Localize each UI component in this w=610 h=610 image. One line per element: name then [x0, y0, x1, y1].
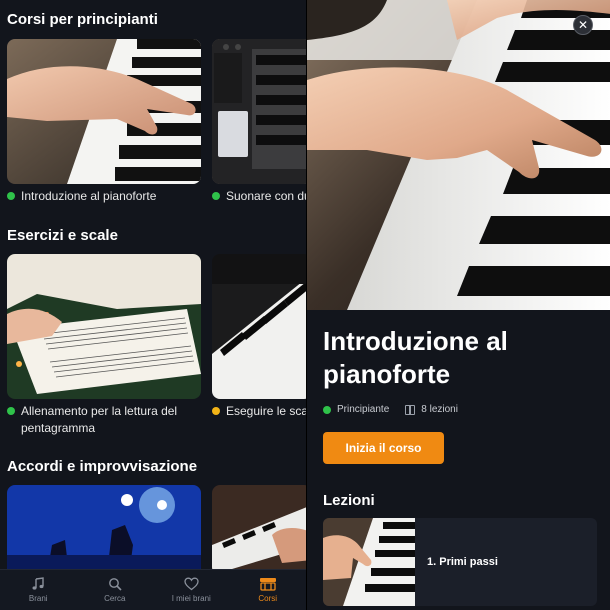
level-status-dot	[323, 405, 331, 414]
search-icon	[108, 578, 122, 591]
course-card-caption[interactable]: Introduzione al pianoforte	[7, 188, 201, 205]
course-card-title: Introduzione al pianoforte	[21, 189, 157, 203]
course-detail-panel: Introduzione al pianoforte Principiante …	[306, 0, 610, 610]
course-title: Introduzione al pianoforte	[323, 326, 508, 389]
section-title-exercises: Esercizi e scale	[7, 227, 118, 244]
book-icon	[405, 404, 416, 415]
tab-label: Brani	[28, 594, 48, 603]
course-hero-image	[307, 0, 610, 310]
tab-my-songs[interactable]: I miei brani	[153, 570, 230, 610]
lesson-title: 1. Primi passi	[427, 556, 498, 568]
course-card-caption[interactable]: Allenamento per la lettura del pentagram…	[7, 403, 201, 437]
tab-label: Cerca	[104, 594, 126, 603]
course-card-title: Allenamento per la lettura del pentagram…	[21, 404, 178, 435]
bottom-tab-bar: Brani Cerca I miei brani Corsi	[0, 569, 306, 610]
course-card-title: Eseguire le scal	[226, 404, 306, 418]
tab-label: Corsi	[258, 594, 278, 603]
status-dot	[7, 192, 15, 200]
course-card-title: Suonare con du	[226, 189, 306, 203]
courses-icon	[259, 578, 276, 591]
course-card-intro-piano-image[interactable]	[7, 39, 201, 184]
tab-songs[interactable]: Brani	[0, 570, 77, 610]
course-card-second-image[interactable]	[212, 39, 306, 184]
status-dot	[7, 407, 15, 415]
start-course-button[interactable]: Inizia il corso	[323, 432, 444, 464]
section-title-beginners: Corsi per principianti	[7, 11, 158, 28]
heart-icon	[184, 577, 199, 591]
course-card-sight-reading-image[interactable]	[7, 254, 201, 399]
tab-search[interactable]: Cerca	[77, 570, 154, 610]
course-card-caption[interactable]: Suonare con du	[212, 188, 306, 205]
status-dot	[212, 407, 220, 415]
tab-courses[interactable]: Corsi	[230, 570, 307, 610]
lesson-thumbnail	[323, 518, 415, 606]
course-card-improv-image[interactable]	[212, 485, 306, 575]
tab-label: I miei brani	[171, 594, 211, 603]
lessons-heading: Lezioni	[323, 492, 375, 509]
lesson-item[interactable]: 1. Primi passi	[323, 518, 597, 606]
close-icon: ✕	[577, 18, 589, 32]
course-card-caption[interactable]: Eseguire le scal	[212, 403, 306, 420]
section-title-chords: Accordi e improvvisazione	[7, 458, 198, 475]
close-button[interactable]: ✕	[573, 15, 593, 35]
course-card-chords-image[interactable]	[7, 485, 201, 575]
lessons-count: 8 lezioni	[421, 404, 458, 415]
course-card-scales-image[interactable]	[212, 254, 306, 399]
courses-list-panel: Corsi per principianti Introduzione al p…	[0, 0, 306, 610]
course-level: Principiante	[337, 404, 390, 415]
music-note-icon	[32, 577, 44, 590]
course-meta: Principiante 8 lezioni	[323, 404, 458, 415]
status-dot	[212, 192, 220, 200]
